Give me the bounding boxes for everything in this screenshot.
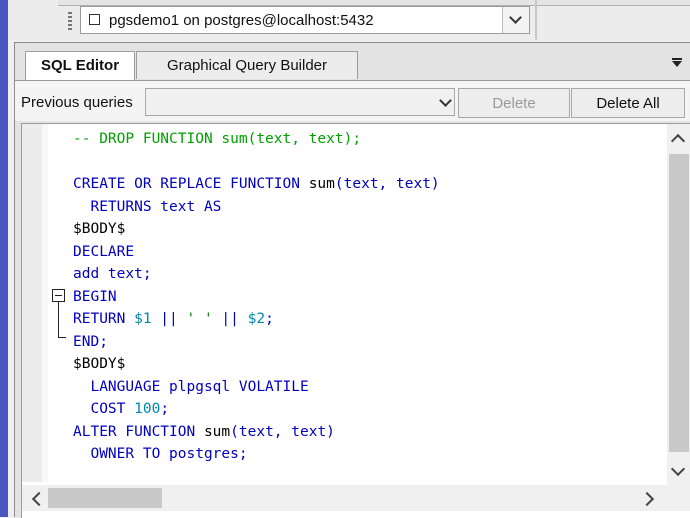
toolbar-separator xyxy=(535,0,537,40)
horizontal-scroll-thumb[interactable] xyxy=(48,488,162,508)
connection-select[interactable]: pgsdemo1 on postgres@localhost:5432 xyxy=(80,6,530,34)
code-token: ' ' xyxy=(186,311,213,327)
code-token: (text, text) xyxy=(334,176,440,192)
code-token: LANGUAGE plpgsql VOLATILE xyxy=(73,378,309,395)
code-token: RETURNS text AS xyxy=(73,198,222,215)
code-line: CREATE OR REPLACE FUNCTION sum(text, tex… xyxy=(73,173,440,196)
code-token: || xyxy=(212,311,248,327)
tab-sql-editor-label: SQL Editor xyxy=(40,57,120,74)
code-token: 100 xyxy=(134,401,161,417)
delete-all-button[interactable]: Delete All xyxy=(571,88,685,118)
connection-dropdown-button[interactable] xyxy=(502,7,529,33)
scrollbar-corner xyxy=(667,484,690,511)
code-token: ALTER FUNCTION xyxy=(73,423,204,440)
code-line: RETURN $1 || ' ' || $2; xyxy=(73,308,440,331)
code-token: $1 xyxy=(134,311,152,327)
code-token: sum xyxy=(308,176,335,192)
toolbar-grip-handle[interactable] xyxy=(68,12,72,30)
code-line: add text; xyxy=(73,263,440,286)
code-token: DECLARE xyxy=(73,243,135,260)
window-left-edge xyxy=(0,0,8,517)
code-token: -- DROP FUNCTION sum(text, text); xyxy=(73,131,362,147)
horizontal-scrollbar[interactable] xyxy=(22,485,667,511)
code-line: RETURNS text AS xyxy=(73,196,440,219)
fold-range-end xyxy=(58,337,66,338)
code-line: OWNER TO postgres; xyxy=(73,443,440,466)
vertical-scroll-thumb[interactable] xyxy=(669,154,689,452)
fold-collapse-icon[interactable] xyxy=(52,289,65,302)
code-line: $BODY$ xyxy=(73,353,440,376)
code-token: $2 xyxy=(247,311,266,327)
fold-margin xyxy=(42,124,48,482)
code-line: END; xyxy=(73,331,440,354)
code-token: BEGIN xyxy=(73,288,117,305)
previous-queries-label: Previous queries xyxy=(21,94,133,111)
scroll-up-icon[interactable] xyxy=(670,133,686,149)
code-token: RETURN xyxy=(73,311,135,327)
tab-list-menu-icon[interactable] xyxy=(672,58,682,67)
code-line: COST 100; xyxy=(73,398,440,421)
sql-editor[interactable]: -- DROP FUNCTION sum(text, text); CREATE … xyxy=(21,123,690,518)
scroll-down-icon[interactable] xyxy=(670,461,686,477)
scroll-left-icon[interactable] xyxy=(31,491,47,507)
previous-queries-select[interactable] xyxy=(145,88,455,116)
line-gutter xyxy=(22,124,42,482)
code-token: ; xyxy=(265,311,274,327)
chevron-down-icon xyxy=(509,11,522,24)
tab-graphical-query-builder-label: Graphical Query Builder xyxy=(166,57,328,74)
code-token: CREATE OR REPLACE FUNCTION xyxy=(73,176,309,192)
connection-label: pgsdemo1 on postgres@localhost:5432 xyxy=(109,12,374,29)
query-panel: SQL Editor Graphical Query Builder Previ… xyxy=(14,42,690,518)
code-line: LANGUAGE plpgsql VOLATILE xyxy=(73,376,440,399)
tab-sql-editor[interactable]: SQL Editor xyxy=(25,51,135,80)
vertical-scrollbar[interactable] xyxy=(667,124,690,484)
code-token: COST xyxy=(73,401,135,417)
scroll-right-icon[interactable] xyxy=(639,491,655,507)
previous-queries-bar: Previous queries Delete Delete All xyxy=(15,80,690,121)
code-line: ALTER FUNCTION sum(text, text) xyxy=(73,421,440,444)
tab-graphical-query-builder[interactable]: Graphical Query Builder xyxy=(136,51,358,79)
code-token: OWNER TO postgres; xyxy=(73,446,248,462)
chevron-down-icon xyxy=(439,94,452,107)
code-token: $BODY$ xyxy=(73,356,126,372)
delete-button[interactable]: Delete xyxy=(458,88,570,118)
code-line: $BODY$ xyxy=(73,218,440,241)
code-line: DECLARE xyxy=(73,241,440,264)
connection-toolbar: pgsdemo1 on postgres@localhost:5432 xyxy=(8,0,690,40)
code-token: add text; xyxy=(73,266,152,282)
fold-range-line xyxy=(58,302,59,338)
code-token: || xyxy=(151,311,187,327)
code-token: sum xyxy=(203,423,231,440)
connection-checkbox[interactable] xyxy=(89,14,100,25)
code-token: ; xyxy=(160,401,170,417)
code-token: END; xyxy=(73,333,108,350)
code-token: $BODY$ xyxy=(73,221,126,237)
code-line: BEGIN xyxy=(73,286,440,309)
code-area[interactable]: -- DROP FUNCTION sum(text, text); CREATE … xyxy=(73,128,440,466)
code-line: -- DROP FUNCTION sum(text, text); xyxy=(73,128,440,151)
code-token: (text, text) xyxy=(230,423,335,440)
